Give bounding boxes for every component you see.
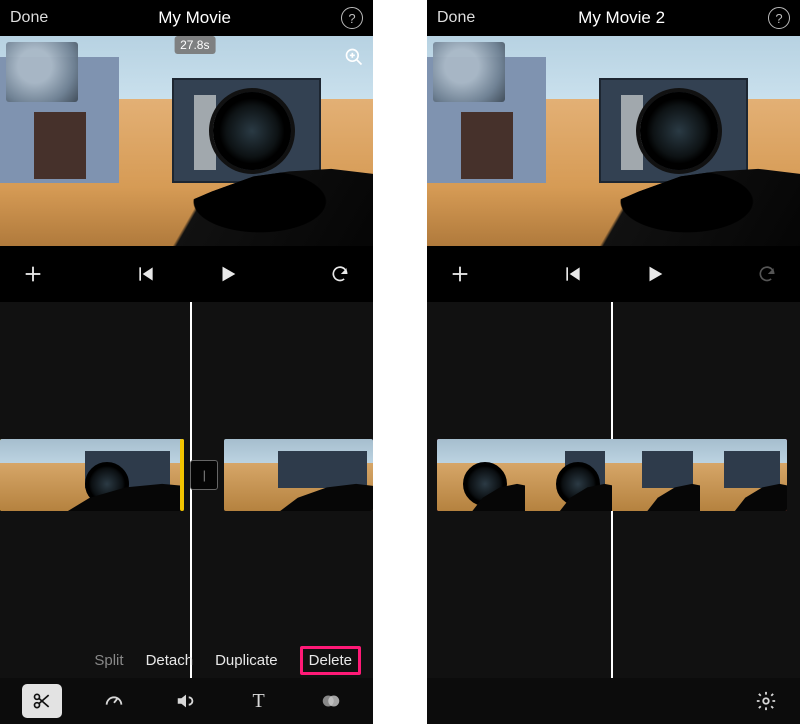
add-media-button[interactable] [443, 257, 477, 291]
clip-actions-bar: Split Detach Duplicate Delete [0, 642, 373, 678]
preview-frame [427, 36, 800, 246]
help-icon[interactable]: ? [768, 7, 790, 29]
duplicate-action[interactable]: Duplicate [215, 652, 278, 669]
text-tool-icon[interactable]: T [239, 684, 279, 718]
filters-icon[interactable] [311, 684, 351, 718]
help-icon[interactable]: ? [341, 7, 363, 29]
play-icon[interactable] [638, 257, 672, 291]
header: Done My Movie 2 ? [427, 0, 800, 36]
done-button[interactable]: Done [437, 9, 475, 27]
video-preview[interactable] [427, 36, 800, 246]
phone-left: Done My Movie ? 27.8s [0, 0, 373, 724]
magnify-plus-icon[interactable] [341, 44, 367, 70]
clip-selected[interactable] [437, 439, 787, 511]
transition-placeholder[interactable]: | [190, 460, 218, 490]
undo-icon-disabled [750, 257, 784, 291]
volume-icon[interactable] [166, 684, 206, 718]
bottom-toolbar [427, 678, 800, 724]
play-icon[interactable] [211, 257, 245, 291]
clip-track: | [0, 438, 373, 512]
trim-handle-right[interactable] [180, 439, 184, 511]
skip-back-icon[interactable] [556, 257, 590, 291]
bottom-toolbar: T [0, 678, 373, 724]
minimap-overlay [433, 42, 505, 102]
transport-bar [0, 246, 373, 302]
undo-icon[interactable] [323, 257, 357, 291]
clip-2[interactable] [224, 439, 373, 511]
speedometer-icon[interactable] [94, 684, 134, 718]
skip-back-icon[interactable] [129, 257, 163, 291]
video-preview[interactable]: 27.8s [0, 36, 373, 246]
time-badge: 27.8s [174, 36, 215, 54]
transport-bar [427, 246, 800, 302]
project-title: My Movie 2 [475, 8, 768, 28]
project-title: My Movie [48, 8, 341, 28]
split-action[interactable]: Split [94, 652, 123, 669]
header: Done My Movie ? [0, 0, 373, 36]
timeline[interactable] [427, 302, 800, 724]
detach-action[interactable]: Detach [146, 652, 194, 669]
minimap-overlay [6, 42, 78, 102]
scissors-icon[interactable] [22, 684, 62, 718]
playhead[interactable] [611, 302, 613, 724]
phone-right: Done My Movie 2 ? [427, 0, 800, 724]
clip-track [427, 438, 800, 512]
done-button[interactable]: Done [10, 9, 48, 27]
gear-icon[interactable] [746, 684, 786, 718]
timeline[interactable]: | Split Detach Duplicate Delete T [0, 302, 373, 724]
preview-frame [0, 36, 373, 246]
add-media-button[interactable] [16, 257, 50, 291]
clip-1-selected[interactable] [0, 439, 184, 511]
delete-action[interactable]: Delete [300, 646, 361, 675]
